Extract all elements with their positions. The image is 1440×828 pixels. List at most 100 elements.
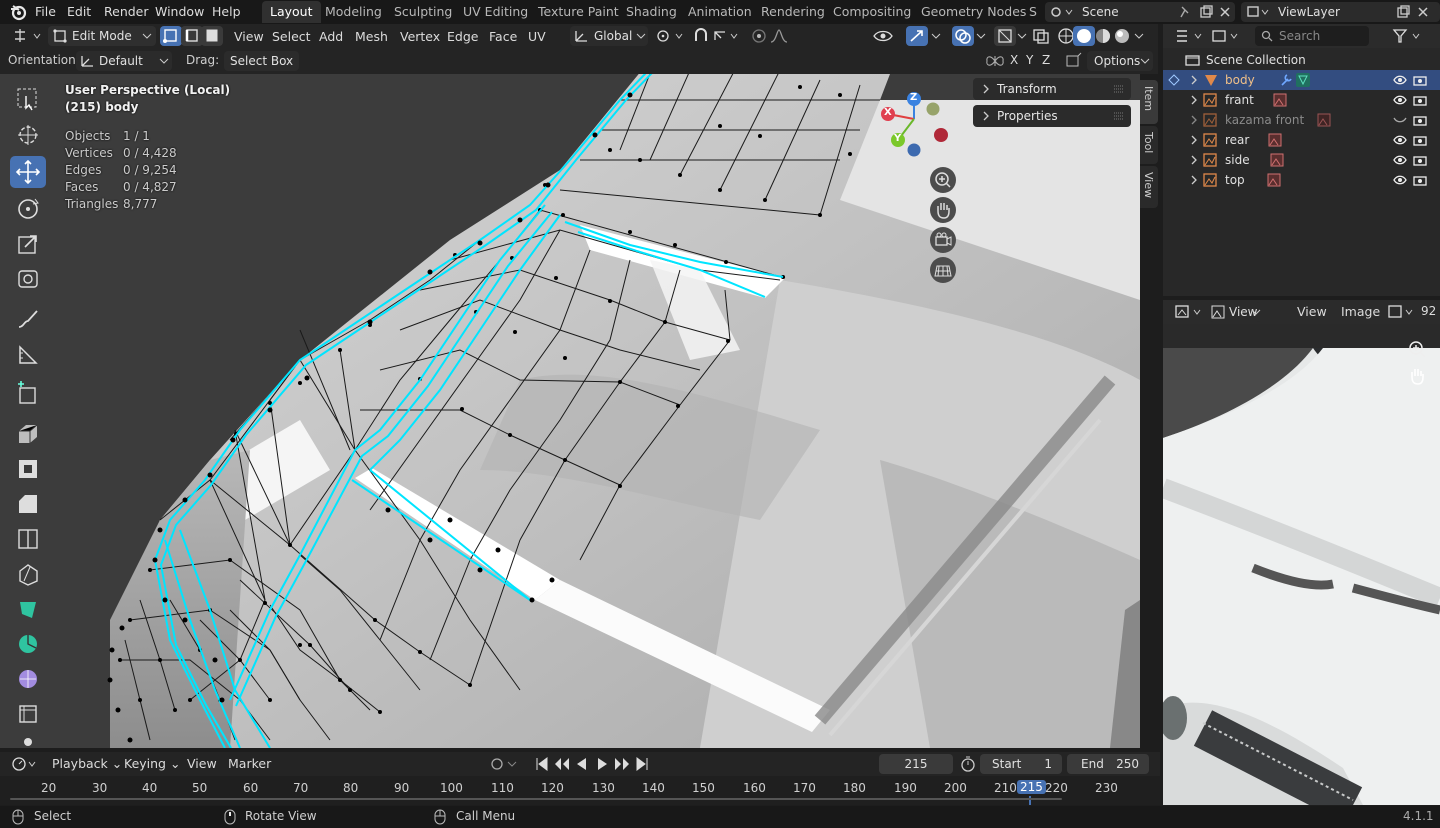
- overlays-dropdown[interactable]: [975, 26, 989, 46]
- view-mode-dropdown[interactable]: View: [1209, 302, 1261, 322]
- zoom-icon[interactable]: [930, 167, 956, 193]
- menu-mesh[interactable]: Mesh: [351, 27, 392, 47]
- filter-dropdown[interactable]: [1391, 26, 1425, 46]
- image-browse-dropdown[interactable]: [1387, 302, 1417, 322]
- timeline-menu-playback[interactable]: Playback ⌄: [48, 754, 126, 774]
- keying-dropdown[interactable]: [506, 754, 520, 774]
- rotate-tool[interactable]: [10, 193, 46, 225]
- outliner-item-side[interactable]: side: [1163, 150, 1440, 170]
- copy-viewlayer-icon[interactable]: [1396, 5, 1410, 19]
- eye-icon[interactable]: [1393, 74, 1407, 86]
- cursor-tool[interactable]: [10, 119, 46, 151]
- chevron-right-icon[interactable]: [1190, 75, 1198, 85]
- blender-logo-icon[interactable]: [8, 3, 28, 21]
- camera-render-icon[interactable]: [1413, 154, 1427, 166]
- end-frame-field[interactable]: End 250: [1067, 754, 1149, 774]
- pin-icon[interactable]: [1179, 5, 1191, 19]
- knife-tool[interactable]: [10, 557, 46, 589]
- ortho-grid-icon[interactable]: [930, 257, 956, 283]
- poly-build-tool[interactable]: [10, 592, 46, 624]
- timeline-scrollbar[interactable]: [10, 798, 1062, 800]
- timeline-editor-type[interactable]: [10, 754, 40, 774]
- image-menu-view[interactable]: View: [1293, 302, 1331, 322]
- scene-selector[interactable]: Scene: [1045, 2, 1235, 22]
- tab-layout[interactable]: Layout: [262, 1, 321, 23]
- copy-scene-icon[interactable]: [1199, 5, 1213, 19]
- chevron-right-icon[interactable]: [1190, 155, 1198, 165]
- play-reverse-icon[interactable]: [571, 754, 593, 774]
- select-box-tool[interactable]: [10, 82, 46, 114]
- mesh-edit-overlays-icon[interactable]: [994, 26, 1016, 46]
- display-mode-dropdown[interactable]: [1209, 26, 1243, 46]
- playhead-frame-label[interactable]: 215: [1017, 780, 1046, 794]
- eye-icon[interactable]: [1393, 174, 1407, 186]
- eye-closed-icon[interactable]: [1393, 114, 1407, 126]
- orientation-setting-dropdown[interactable]: Default: [76, 51, 172, 71]
- chevron-right-icon[interactable]: [1190, 115, 1198, 125]
- menu-vertex[interactable]: Vertex: [396, 27, 444, 47]
- transform-panel-header[interactable]: Transform: [973, 78, 1131, 100]
- camera-view-icon[interactable]: [930, 227, 956, 253]
- outliner-item-frant[interactable]: frant: [1163, 90, 1440, 110]
- chevron-right-icon[interactable]: [1190, 135, 1198, 145]
- auto-merge-icon[interactable]: [1062, 51, 1084, 71]
- annotate-tool[interactable]: [10, 303, 46, 335]
- falloff-curve-icon[interactable]: [768, 26, 790, 46]
- scene-name[interactable]: Scene: [1082, 2, 1119, 22]
- transform-orientation-dropdown[interactable]: Global: [570, 26, 648, 46]
- pan-hand-icon[interactable]: [1406, 365, 1428, 387]
- edge-slide-tool[interactable]: [10, 697, 46, 729]
- eye-icon[interactable]: [1393, 94, 1407, 106]
- next-keyframe-icon[interactable]: [611, 754, 633, 774]
- tab-compositing[interactable]: Compositing: [825, 1, 919, 23]
- start-frame-field[interactable]: Start 1: [980, 754, 1062, 774]
- timeline-menu-view[interactable]: View: [183, 754, 221, 774]
- move-tool[interactable]: [10, 156, 46, 188]
- jump-end-icon[interactable]: [631, 754, 653, 774]
- menu-select[interactable]: Select: [268, 27, 315, 47]
- scene-collection-row[interactable]: Scene Collection: [1163, 50, 1440, 70]
- menu-face[interactable]: Face: [485, 27, 521, 47]
- outliner-item-kazama-front[interactable]: kazama front: [1163, 110, 1440, 130]
- outliner-item-rear[interactable]: rear: [1163, 130, 1440, 150]
- jump-start-icon[interactable]: [531, 754, 553, 774]
- menu-view[interactable]: View: [230, 27, 268, 47]
- delete-viewlayer-icon[interactable]: [1417, 5, 1429, 19]
- tab-scripting-partial[interactable]: S: [1021, 1, 1045, 23]
- mirror-y-toggle[interactable]: Y: [1026, 53, 1033, 67]
- tab-texture-paint[interactable]: Texture Paint: [530, 1, 627, 23]
- zoom-icon[interactable]: [1406, 338, 1428, 360]
- viewlayer-selector[interactable]: ViewLayer: [1241, 2, 1440, 22]
- mode-dropdown[interactable]: Edit Mode: [48, 26, 156, 46]
- menu-help[interactable]: Help: [206, 3, 247, 21]
- chevron-right-icon[interactable]: [1190, 95, 1198, 105]
- scale-tool[interactable]: [10, 228, 46, 260]
- timeline-menu-marker[interactable]: Marker: [224, 754, 275, 774]
- outliner-item-body[interactable]: body: [1163, 70, 1440, 90]
- tab-rendering[interactable]: Rendering: [753, 1, 833, 23]
- rendered-shading-icon[interactable]: [1111, 26, 1133, 46]
- snap-target-dropdown[interactable]: [711, 26, 741, 46]
- tab-geometry-nodes[interactable]: Geometry Nodes: [913, 1, 1034, 23]
- camera-render-icon[interactable]: [1413, 114, 1427, 126]
- stopwatch-icon[interactable]: [957, 754, 979, 774]
- loop-cut-tool[interactable]: [10, 522, 46, 554]
- menu-add[interactable]: Add: [315, 27, 347, 47]
- menu-render[interactable]: Render: [98, 3, 155, 21]
- auto-keying-icon[interactable]: [486, 754, 508, 774]
- pan-hand-icon[interactable]: [930, 197, 956, 223]
- viewlayer-name[interactable]: ViewLayer: [1278, 2, 1340, 22]
- eye-icon[interactable]: [1393, 154, 1407, 166]
- timeline-menu-keying[interactable]: Keying ⌄: [120, 754, 184, 774]
- mirror-z-toggle[interactable]: Z: [1042, 53, 1050, 67]
- tab-sculpting[interactable]: Sculpting: [386, 1, 460, 23]
- delete-scene-icon[interactable]: [1219, 5, 1231, 19]
- chevron-right-icon[interactable]: [1190, 175, 1198, 185]
- current-frame-field[interactable]: 215: [879, 754, 953, 774]
- camera-render-icon[interactable]: [1413, 174, 1427, 186]
- mesh-overlays-dropdown[interactable]: [1016, 26, 1030, 46]
- sidebar-tab-view[interactable]: View: [1140, 166, 1158, 208]
- drag-handle-icon[interactable]: [1113, 111, 1125, 121]
- vertex-select-mode-button[interactable]: [160, 26, 182, 46]
- sidebar-tab-item[interactable]: Item: [1140, 80, 1158, 124]
